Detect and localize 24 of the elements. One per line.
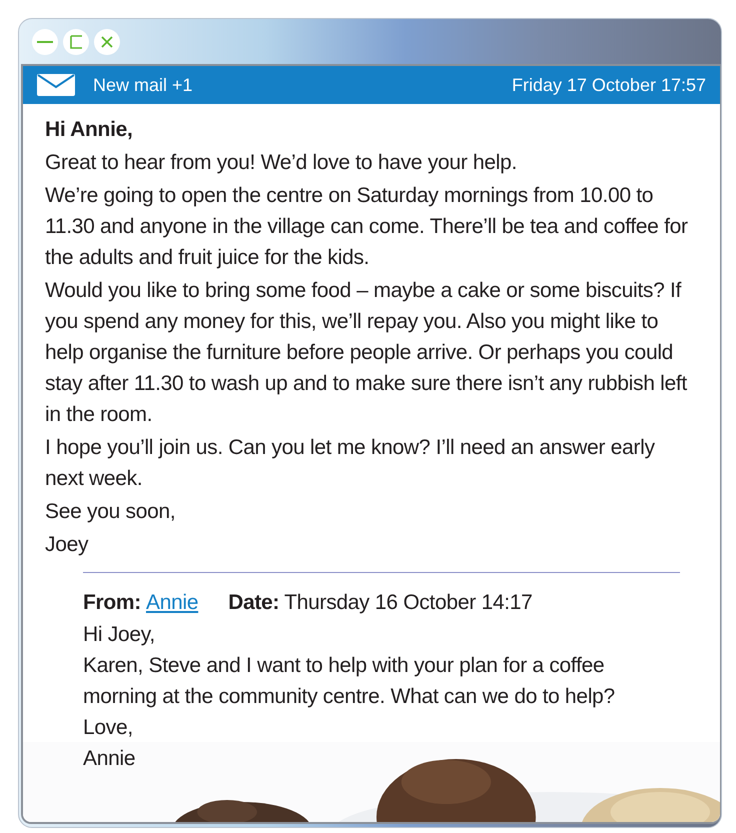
message-paragraph: We’re going to open the centre on Saturday mornings from 10.00 to 11.30 and anyone in the village can come. There’ll be tea and coffee for the adults and fruit juice for the kids. xyxy=(45,183,689,271)
quoted-text: Annie xyxy=(83,746,136,772)
message-paragraph: Would you like to bring some food – maybe a cake or some biscuits? If you spend any money for this, we’ll repay you. Also you might like to help organise the furniture before people arrive. Or perhaps you could stay after 11.30 to wash up and to make sure there isn’t any rubbish left in the room. xyxy=(45,278,688,428)
close-button[interactable] xyxy=(94,29,120,55)
message-paragraph: Joey xyxy=(45,532,90,558)
greeting: Hi Annie, xyxy=(45,117,134,143)
envelope-icon xyxy=(37,74,75,96)
message-paragraph: I hope you’ll join us. Can you let me know? I’ll need an answer early next week. xyxy=(45,435,656,492)
date-label: Date: xyxy=(228,590,280,616)
from-label: From: xyxy=(83,590,141,616)
message-paragraph: Great to hear from you! We’d love to have your help. xyxy=(45,150,518,176)
minimize-icon xyxy=(37,41,53,43)
mail-title: New mail +1 xyxy=(93,74,194,96)
maximize-icon xyxy=(68,34,84,50)
quoted-text: Love, xyxy=(83,715,134,741)
message-paragraph: See you soon, xyxy=(45,499,176,525)
close-icon xyxy=(100,35,114,49)
quoted-text: Karen, Steve and I want to help with your plan for a coffee morning at the community centre. What can we do to help? xyxy=(83,653,616,710)
quoted-text: Hi Joey, xyxy=(83,622,156,648)
minimize-button[interactable] xyxy=(32,29,58,55)
sender-link[interactable]: Annie xyxy=(146,587,198,619)
maximize-button[interactable] xyxy=(63,29,89,55)
mail-date: Friday 17 October 17:57 xyxy=(512,74,706,96)
quoted-date: Thursday 16 October 14:17 xyxy=(284,590,532,616)
